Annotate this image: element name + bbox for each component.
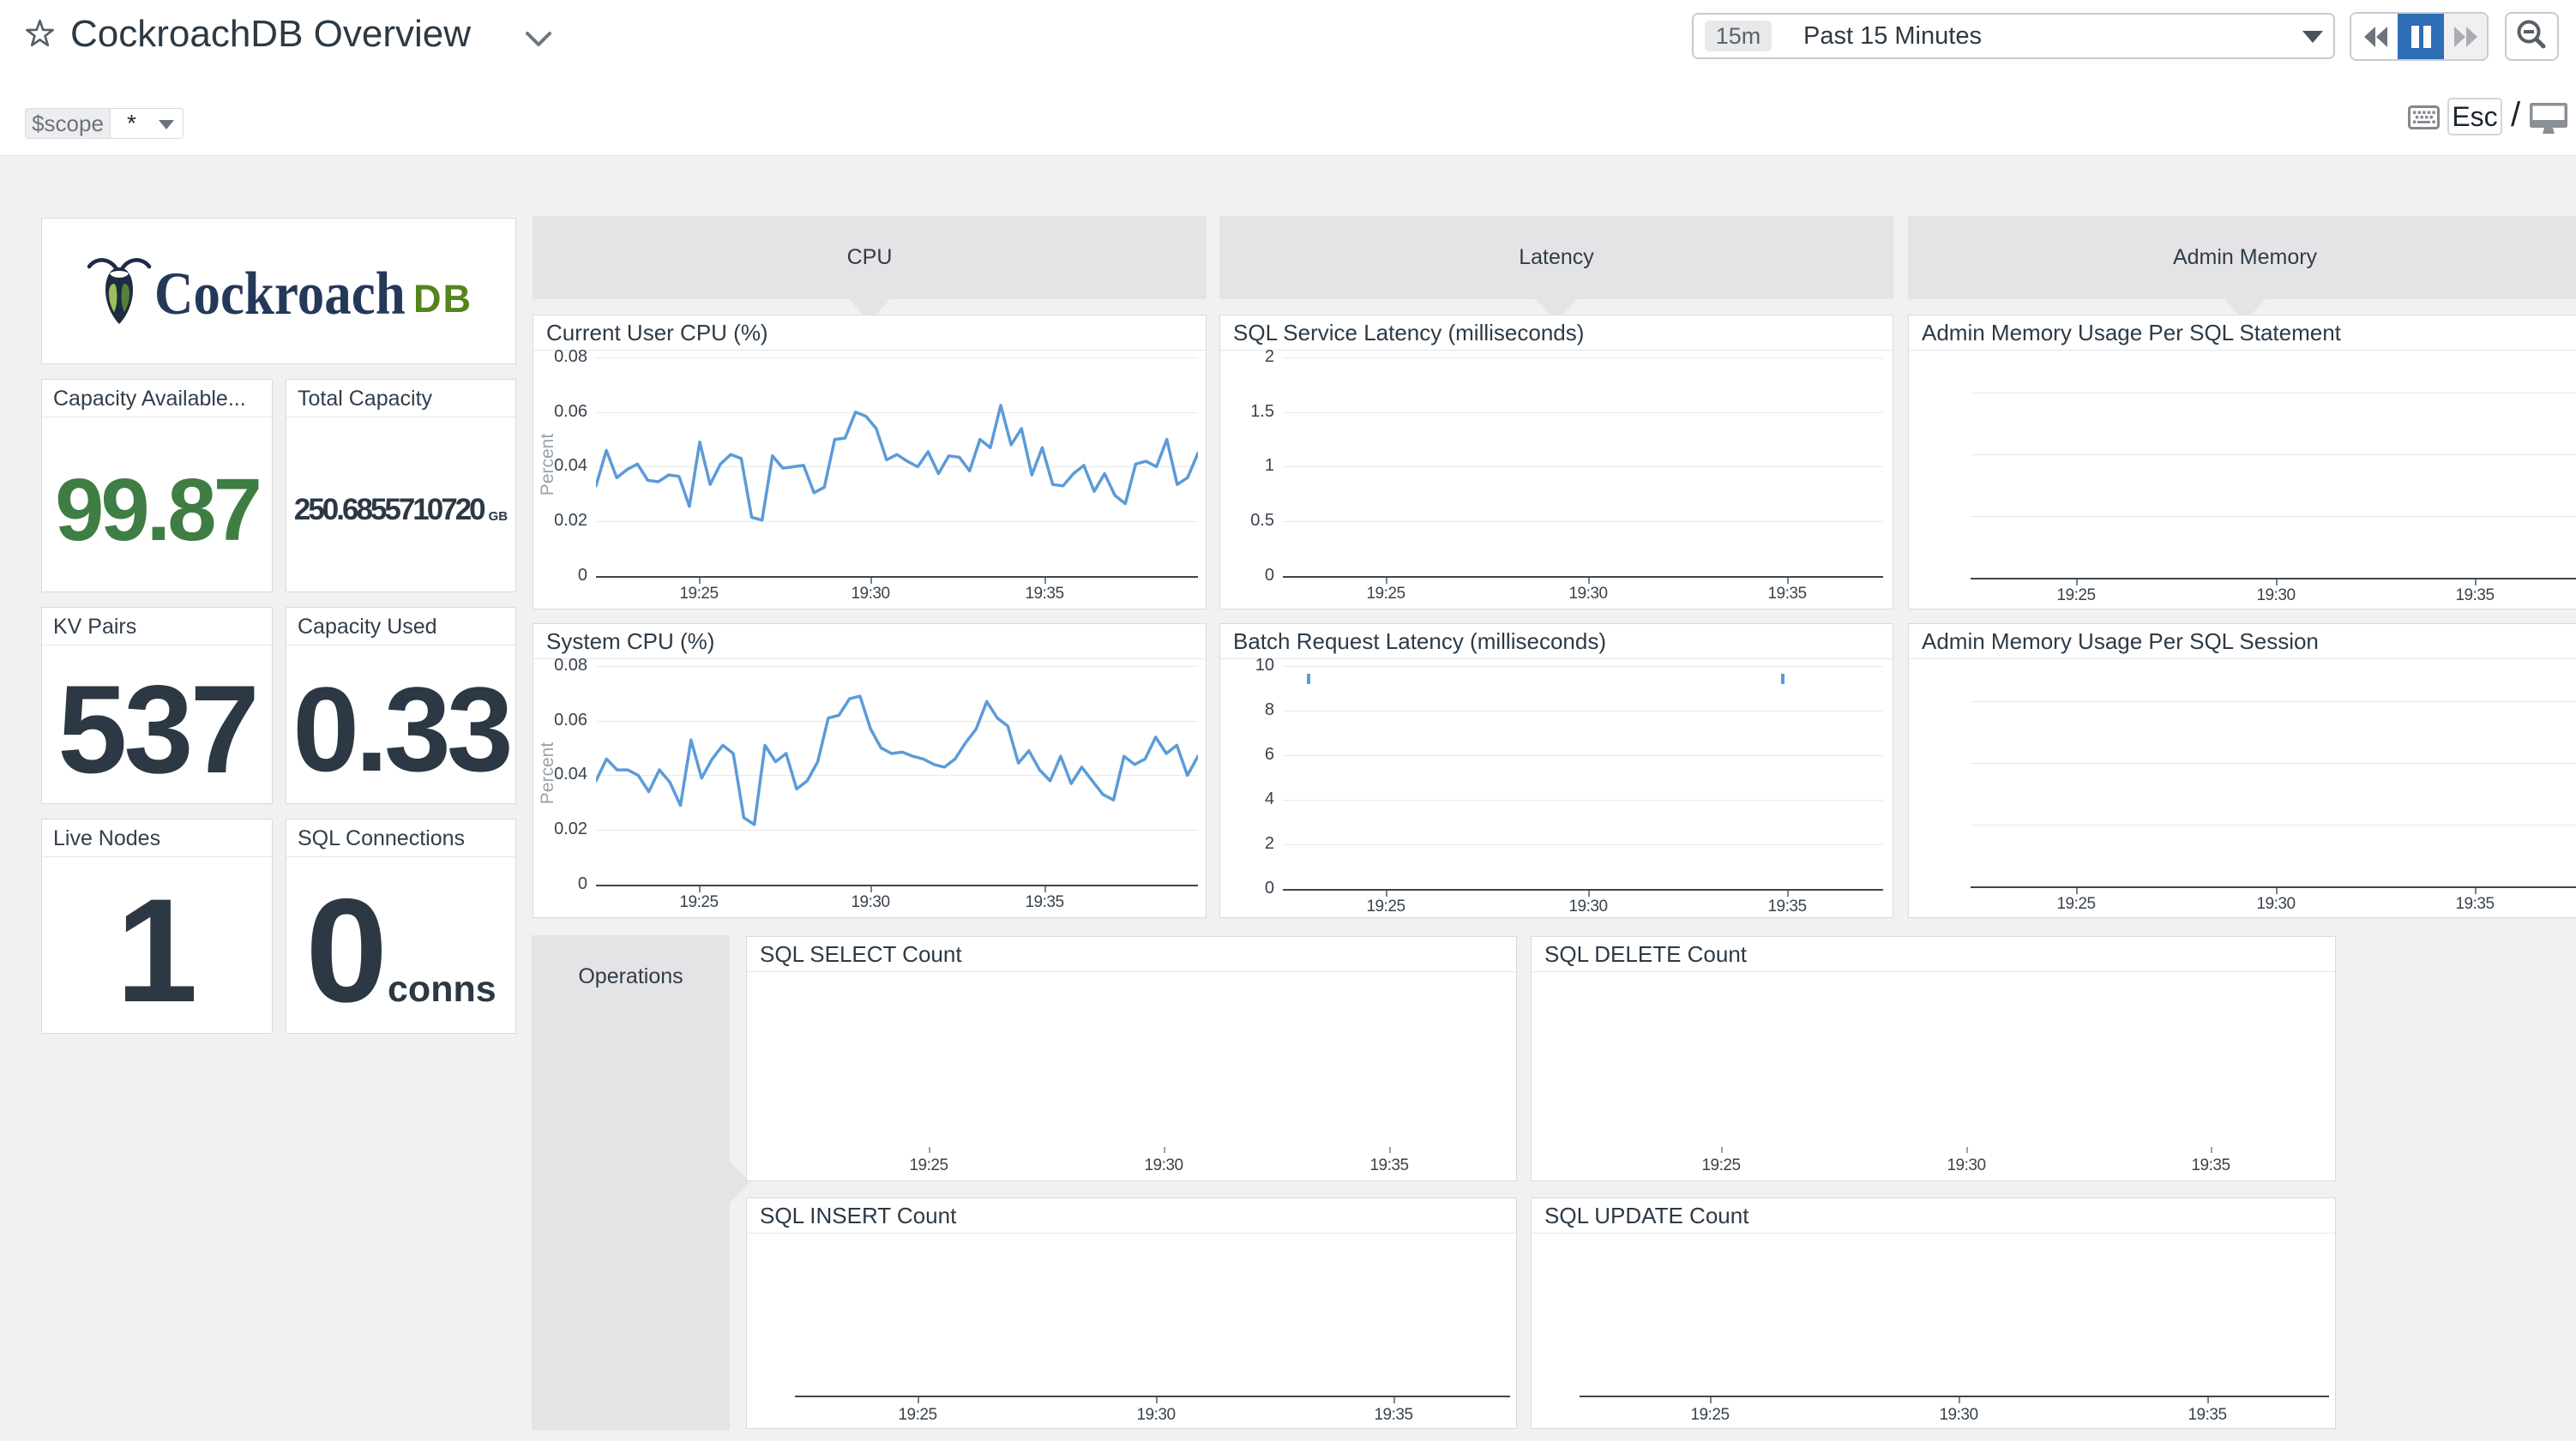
svg-text:Cockroach: Cockroach xyxy=(154,259,406,327)
svg-text:DB: DB xyxy=(413,277,472,321)
